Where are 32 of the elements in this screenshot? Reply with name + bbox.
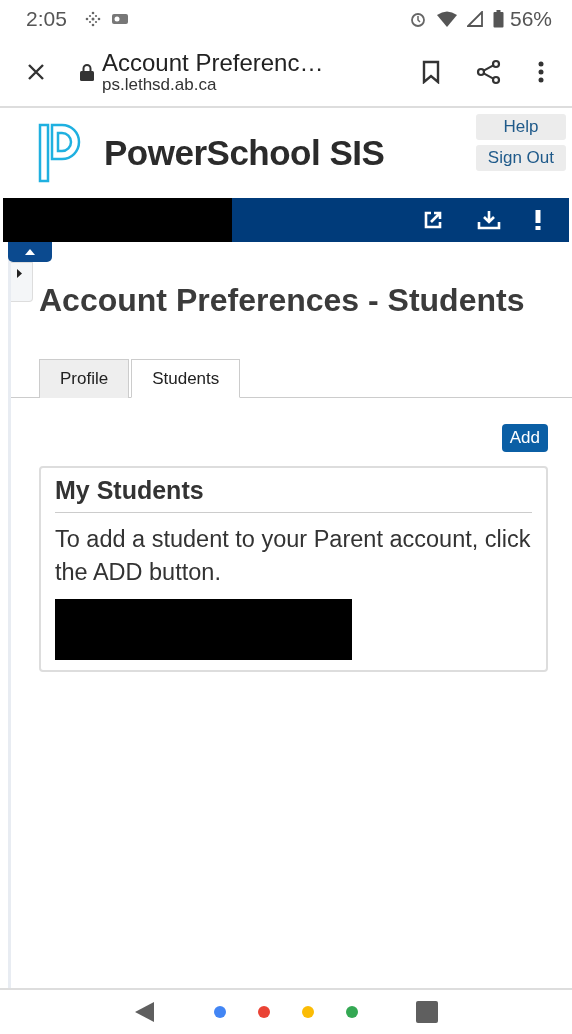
header-link[interactable]: Sign Out [475, 145, 566, 171]
lock-icon [80, 63, 94, 81]
back-icon[interactable] [134, 1001, 156, 1023]
grid-icon [84, 11, 101, 27]
collapse-tab[interactable] [8, 242, 52, 262]
card-text: To add a student to your Parent account, click the ADD button. [55, 525, 532, 587]
tab[interactable]: Students [131, 359, 241, 398]
more-icon[interactable] [538, 61, 544, 83]
page-title-text: Account Preferenc… [102, 51, 325, 75]
url-text: ps.lethsd.ab.ca [102, 76, 218, 93]
battery-level: 56% [509, 7, 552, 31]
bookmark-icon[interactable] [422, 60, 440, 84]
external-link-icon[interactable] [423, 210, 443, 230]
battery-icon [492, 10, 504, 28]
brand-name: PowerSchool SIS [104, 133, 386, 173]
tab[interactable]: Profile [39, 359, 130, 398]
share-icon[interactable] [476, 59, 502, 85]
expand-handle[interactable] [11, 262, 33, 302]
status-time: 2:05 [26, 7, 67, 31]
close-icon[interactable] [26, 62, 46, 82]
caret-up-icon [25, 249, 35, 255]
alarm-icon [408, 10, 427, 28]
caret-right-icon [17, 269, 22, 278]
wifi-icon [436, 11, 457, 27]
add-button[interactable]: Add [501, 424, 548, 452]
signal-icon [466, 11, 483, 27]
header-link[interactable]: Help [475, 114, 566, 140]
alert-icon[interactable] [535, 210, 541, 230]
card-title: My Students [55, 476, 532, 513]
page-heading: Account Preferences - Students [39, 282, 526, 319]
download-icon[interactable] [477, 210, 501, 230]
message-icon [110, 12, 129, 26]
